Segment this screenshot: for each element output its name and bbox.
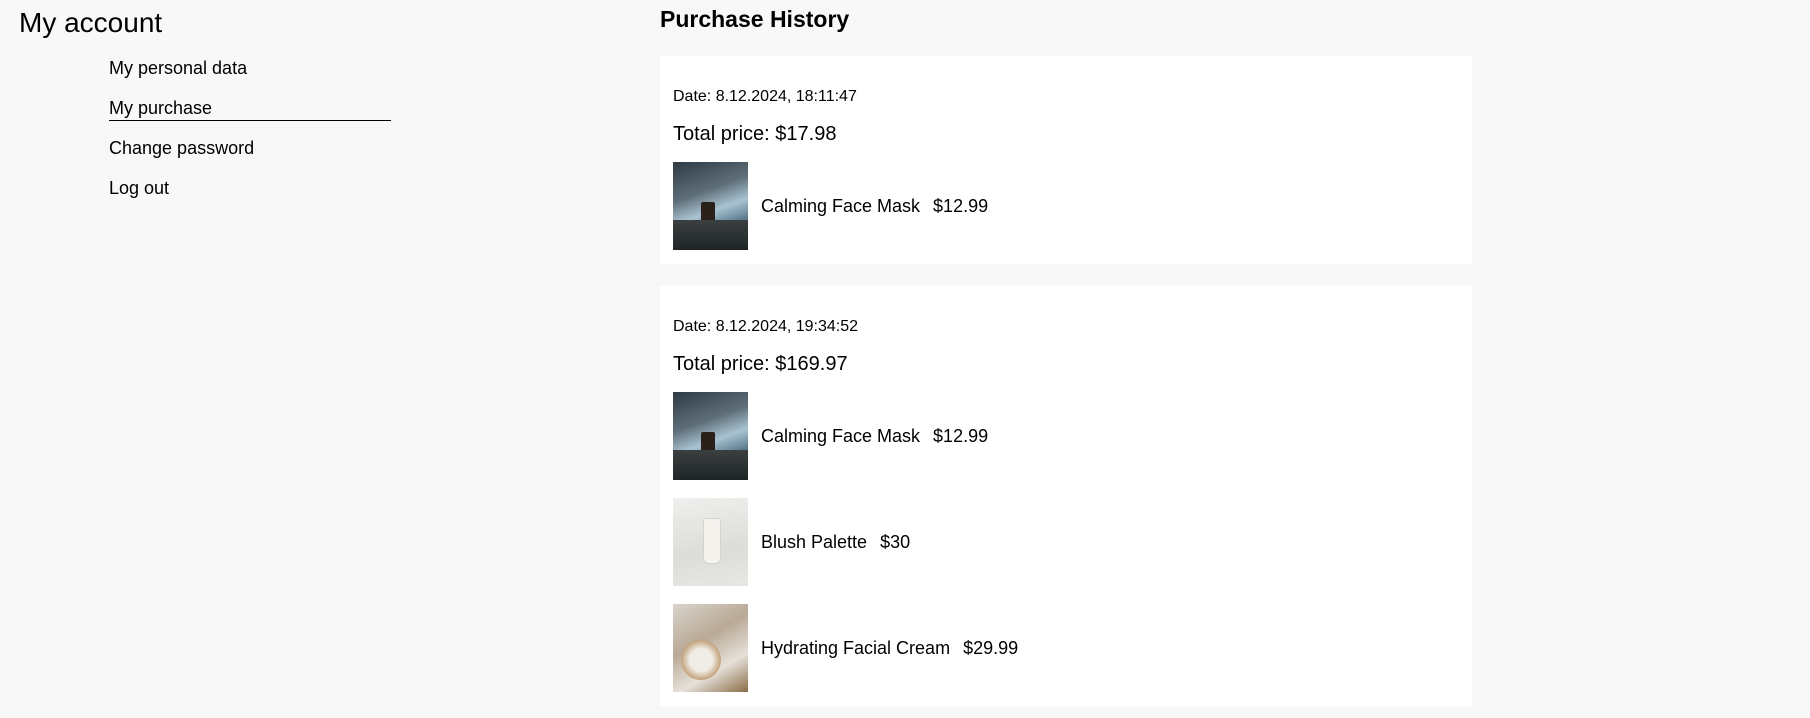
purchase-item: Calming Face Mask $12.99: [673, 392, 1459, 480]
menu-item-label: Log out: [109, 178, 170, 198]
section-title: Purchase History: [660, 6, 850, 32]
purchase-date: Date: 8.12.2024, 18:11:47: [673, 88, 857, 105]
product-price: $12.99: [933, 195, 989, 216]
product-image[interactable]: [673, 392, 748, 480]
page-title: My account: [19, 7, 163, 38]
purchase-item: Calming Face Mask $12.99: [673, 162, 1459, 250]
menu-item-label: Change password: [109, 138, 255, 158]
product-price: $12.99: [933, 425, 989, 446]
product-image[interactable]: [673, 498, 748, 586]
product-price: $30: [880, 531, 911, 552]
purchase-total: Total price: $17.98: [673, 123, 837, 145]
product-price: $29.99: [963, 637, 1019, 658]
menu-item-change-password[interactable]: Change password: [109, 136, 391, 176]
menu-item-label: My personal data: [109, 58, 248, 78]
menu-item-log-out[interactable]: Log out: [109, 176, 391, 216]
purchase-total: Total price: $169.97: [673, 353, 848, 375]
product-image[interactable]: [673, 604, 748, 692]
purchase-date: Date: 8.12.2024, 19:34:52: [673, 318, 859, 335]
purchase-card: Date: 8.12.2024, 18:11:47 Total price: $…: [660, 56, 1472, 264]
product-image[interactable]: [673, 162, 748, 250]
purchase-item: Hydrating Facial Cream $29.99: [673, 604, 1459, 692]
menu-item-label: My purchase: [109, 96, 391, 121]
product-name[interactable]: Calming Face Mask: [761, 426, 920, 447]
menu-item-my-purchase[interactable]: My purchase: [109, 96, 391, 136]
menu-item-personal-data[interactable]: My personal data: [109, 56, 391, 96]
purchase-item: Blush Palette $30: [673, 498, 1459, 586]
product-name[interactable]: Calming Face Mask: [761, 196, 920, 217]
account-sidebar: My account My personal data My purchase …: [19, 0, 419, 198]
product-name[interactable]: Hydrating Facial Cream: [761, 638, 950, 659]
purchase-history-section: Purchase History Date: 8.12.2024, 18:11:…: [660, 0, 1472, 706]
purchase-card: Date: 8.12.2024, 19:34:52 Total price: $…: [660, 286, 1472, 706]
account-menu: My personal data My purchase Change pass…: [109, 56, 391, 216]
product-name[interactable]: Blush Palette: [761, 532, 867, 553]
